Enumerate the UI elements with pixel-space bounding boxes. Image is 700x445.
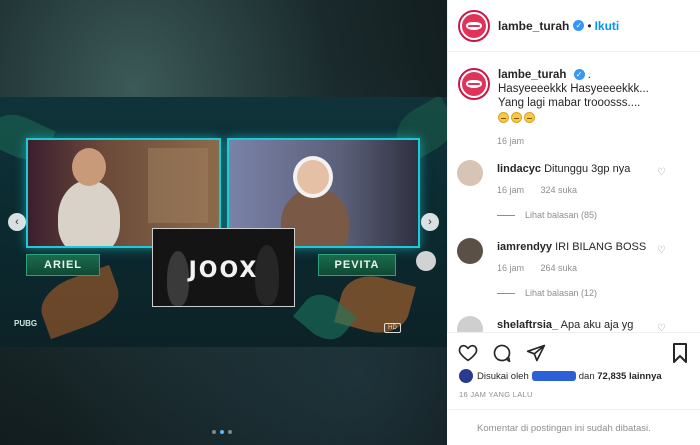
carousel-dot xyxy=(228,430,232,434)
avatar[interactable] xyxy=(458,9,490,42)
replies-divider xyxy=(497,292,515,294)
comment-body: Ditunggu 3gp nya xyxy=(544,163,631,175)
comment-text: iamrendyy IRI BILANG BOSS xyxy=(497,241,662,254)
comment-username[interactable]: shelaftrsia_ xyxy=(497,319,558,331)
post-caption: lambe_turah ✓ . Hasyeeeekkk Hasyeeeekkk.… xyxy=(458,68,694,123)
comment-time: 16 jam xyxy=(497,185,525,195)
comment-username[interactable]: iamrendyy xyxy=(497,241,552,253)
replies-divider xyxy=(497,214,515,216)
comment-like-icon[interactable]: ♡ xyxy=(657,167,666,178)
verified-icon: ✓ xyxy=(573,69,585,81)
comments-disabled-label: Komentar di postingan ini sudah dibatasi… xyxy=(477,422,651,434)
emoji-icon xyxy=(498,112,509,123)
comment-likes[interactable]: 264 suka xyxy=(541,263,578,273)
comment-body: IRI BILANG BOSS xyxy=(555,241,647,253)
view-replies-label: Lihat balasan (85) xyxy=(525,210,598,220)
comment-like-icon[interactable]: ♡ xyxy=(657,245,666,256)
carousel-dot-active xyxy=(220,430,224,434)
pubg-logo: PUBG xyxy=(14,319,38,328)
caption-dot: . xyxy=(587,69,591,81)
view-replies-button[interactable]: Lihat balasan (12) xyxy=(497,288,597,298)
separator: • xyxy=(587,18,592,33)
post-actions: Disukai oleh dan 72,835 lainnya 16 JAM Y… xyxy=(447,332,700,445)
caption-body: lambe_turah ✓ . Hasyeeeekkk Hasyeeeekkk.… xyxy=(498,68,649,123)
comment-meta: 16 jam 324 suka xyxy=(497,185,591,195)
person-head xyxy=(72,148,106,186)
caption-emojis xyxy=(498,112,649,123)
post-header: lambe_turah ✓ • Ikuti xyxy=(448,0,700,52)
liked-by-count[interactable]: 72,835 lainnya xyxy=(597,371,661,382)
comment-meta: 16 jam 264 suka xyxy=(497,263,591,273)
comment-username[interactable]: lindacyc xyxy=(497,163,541,175)
media-overlay-button[interactable] xyxy=(416,251,436,271)
emoji-icon xyxy=(524,112,535,123)
emoji-icon xyxy=(511,112,522,123)
view-replies-label: Lihat balasan (12) xyxy=(525,288,598,298)
carousel-dot xyxy=(212,430,216,434)
avatar[interactable] xyxy=(457,160,483,186)
caption-username[interactable]: lambe_turah xyxy=(498,69,566,81)
chevron-left-icon: ‹ xyxy=(15,216,19,228)
redacted-username xyxy=(531,371,576,381)
video-panel-center: JOOX xyxy=(152,228,295,307)
post-timestamp: 16 JAM YANG LALU xyxy=(459,390,533,399)
shelf xyxy=(148,148,208,223)
avatar[interactable] xyxy=(458,68,490,100)
hd-badge: HD xyxy=(384,323,401,333)
lips-logo-icon xyxy=(462,13,486,38)
name-plate-right-label: PEVITA xyxy=(334,259,380,271)
comment-text: lindacyc Ditunggu 3gp nya xyxy=(497,163,662,176)
liked-by-prefix: Disukai oleh xyxy=(477,370,529,382)
name-plate-right: PEVITA xyxy=(318,254,396,276)
likes-summary[interactable]: Disukai oleh dan 72,835 lainnya xyxy=(459,369,662,383)
carousel-indicator xyxy=(212,430,232,434)
bookmark-icon[interactable] xyxy=(669,342,691,364)
comment-likes[interactable]: 324 suka xyxy=(541,185,578,195)
name-plate-left: ARIEL xyxy=(26,254,100,276)
comments-disabled-notice: Komentar di postingan ini sudah dibatasi… xyxy=(447,409,700,445)
comment-time: 16 jam xyxy=(497,263,525,273)
comment-icon[interactable] xyxy=(491,342,513,364)
share-icon[interactable] xyxy=(525,342,547,364)
avatar xyxy=(459,369,473,383)
next-slide-button[interactable]: › xyxy=(421,213,439,231)
person-head xyxy=(293,156,333,198)
post-image[interactable]: ARIEL PEVITA JOOX PUBG HD xyxy=(0,97,447,347)
view-replies-button[interactable]: Lihat balasan (85) xyxy=(497,210,597,220)
lips-logo-icon xyxy=(462,72,486,96)
joox-logo: JOOX xyxy=(188,258,259,283)
post-username[interactable]: lambe_turah xyxy=(498,19,569,33)
follow-button[interactable]: Ikuti xyxy=(595,19,620,33)
caption-time: 16 jam xyxy=(497,136,525,146)
media-viewer: ARIEL PEVITA JOOX PUBG HD ‹ › xyxy=(0,0,447,445)
person-silhouette xyxy=(58,180,120,246)
heart-icon[interactable] xyxy=(457,342,479,364)
action-icons xyxy=(457,342,547,364)
prev-slide-button[interactable]: ‹ xyxy=(8,213,26,231)
avatar[interactable] xyxy=(457,238,483,264)
chevron-right-icon: › xyxy=(428,216,432,228)
caption-line: Hasyeeeekkk Hasyeeeekkk... xyxy=(498,83,649,95)
name-plate-left-label: ARIEL xyxy=(44,259,82,271)
caption-line: Yang lagi mabar trooosss.... xyxy=(498,97,641,109)
liked-by-connector: dan xyxy=(578,370,595,382)
verified-icon: ✓ xyxy=(573,20,585,31)
